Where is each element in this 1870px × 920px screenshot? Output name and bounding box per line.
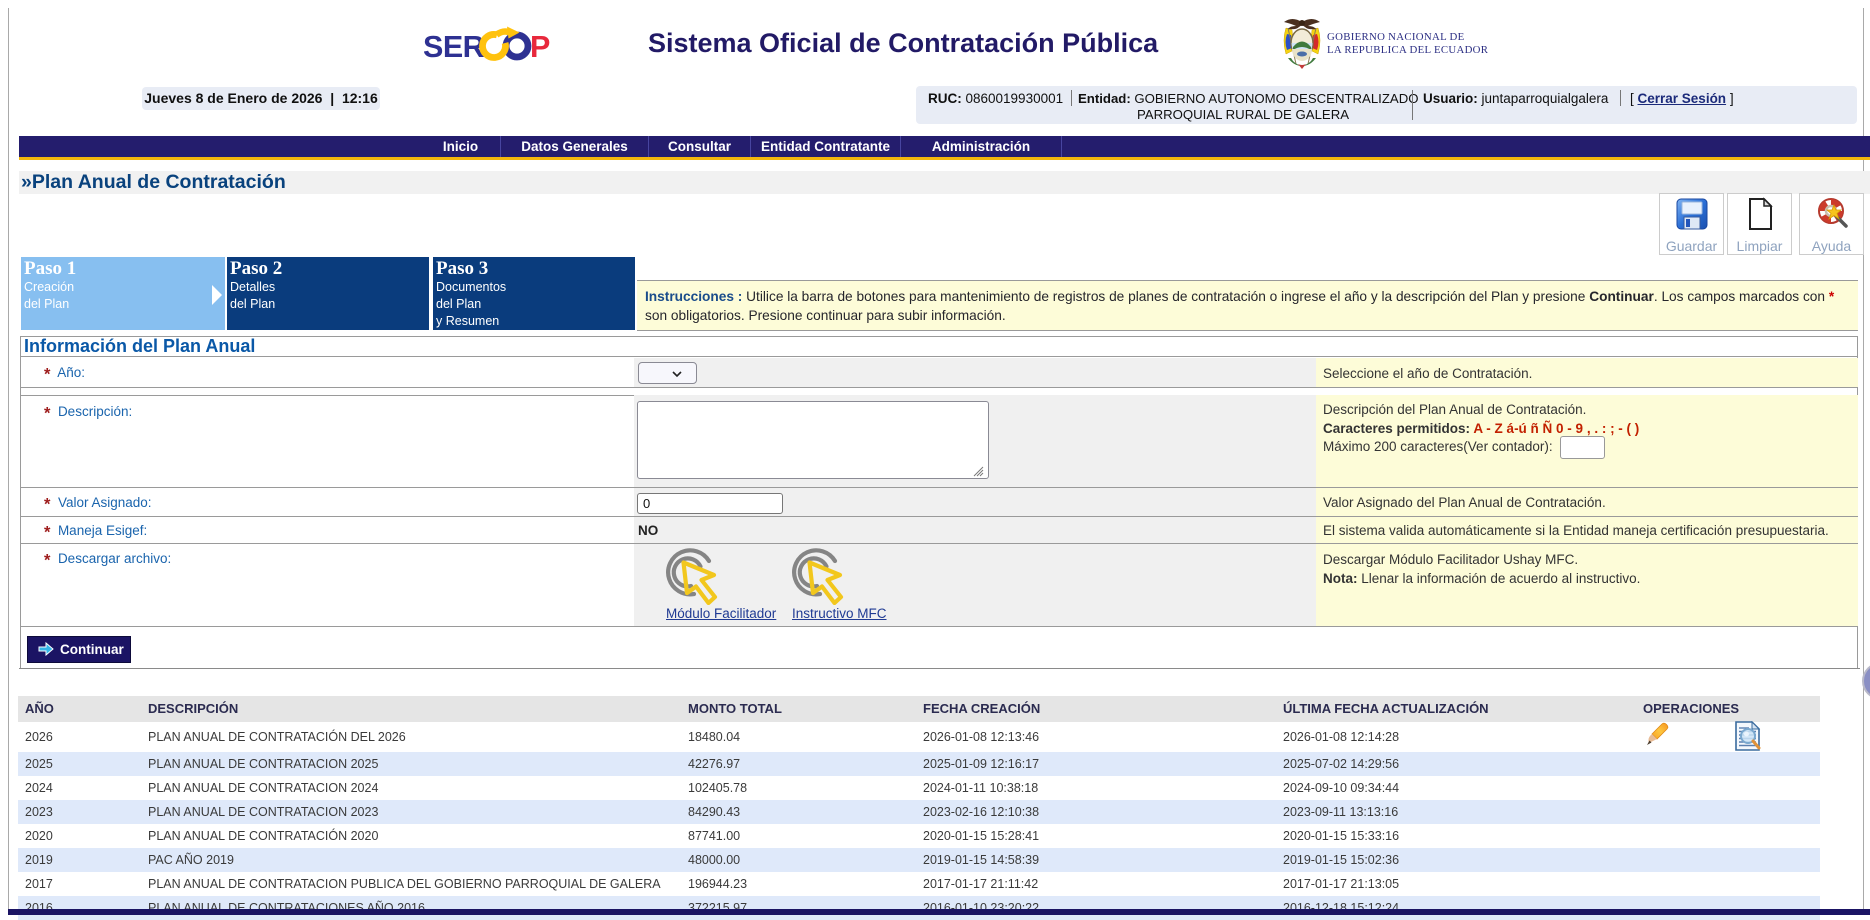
svg-text:P: P: [530, 30, 550, 64]
svg-text:SER: SER: [424, 30, 485, 64]
